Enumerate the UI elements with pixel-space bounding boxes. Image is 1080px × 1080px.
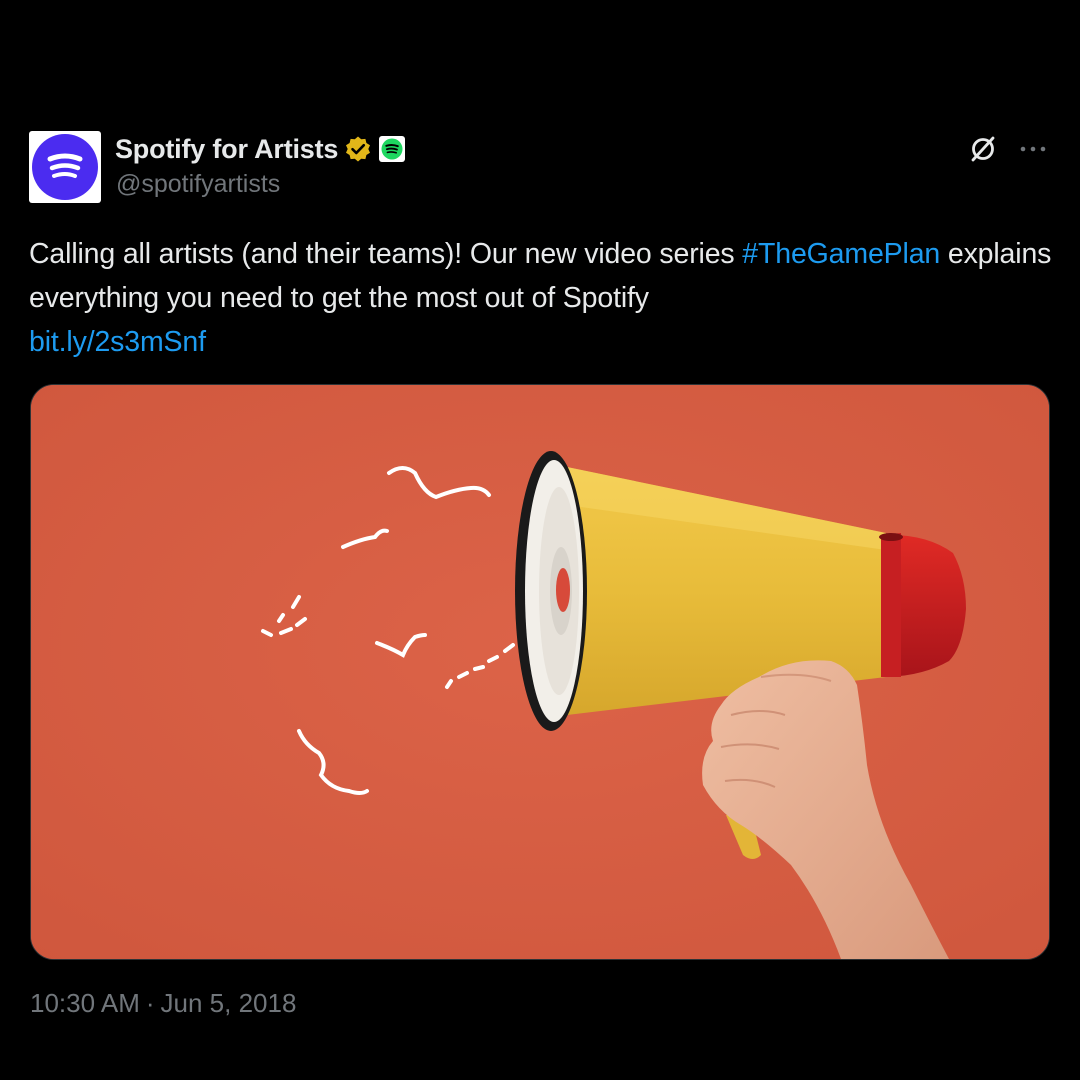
more-options-icon[interactable] <box>1016 132 1050 166</box>
megaphone-photo <box>31 385 1049 959</box>
tweet-date[interactable]: Jun 5, 2018 <box>161 988 297 1019</box>
timestamp-row: 10:30 AM · Jun 5, 2018 <box>30 988 296 1019</box>
tweet-media-image[interactable] <box>30 384 1050 960</box>
account-handle[interactable]: @spotifyartists <box>116 170 280 199</box>
tweet-time[interactable]: 10:30 AM <box>30 988 140 1019</box>
grok-icon[interactable] <box>966 132 1000 166</box>
avatar[interactable] <box>29 131 101 203</box>
spotify-affiliate-icon[interactable] <box>378 135 406 163</box>
display-name[interactable]: Spotify for Artists <box>115 134 338 165</box>
verified-badge-icon[interactable] <box>344 135 372 163</box>
hashtag-link[interactable]: #TheGamePlan <box>742 238 940 270</box>
timestamp-separator: · <box>145 988 155 1018</box>
tweet-text-part1: Calling all artists (and their teams)! O… <box>29 238 743 270</box>
url-link[interactable]: bit.ly/2s3mSnf <box>29 326 206 358</box>
tweet: Spotify for Artists @spotifyartists Call… <box>0 0 1080 1080</box>
tweet-text: Calling all artists (and their teams)! O… <box>29 232 1059 364</box>
display-name-row: Spotify for Artists <box>115 131 406 167</box>
spotify-logo-icon <box>32 134 98 200</box>
